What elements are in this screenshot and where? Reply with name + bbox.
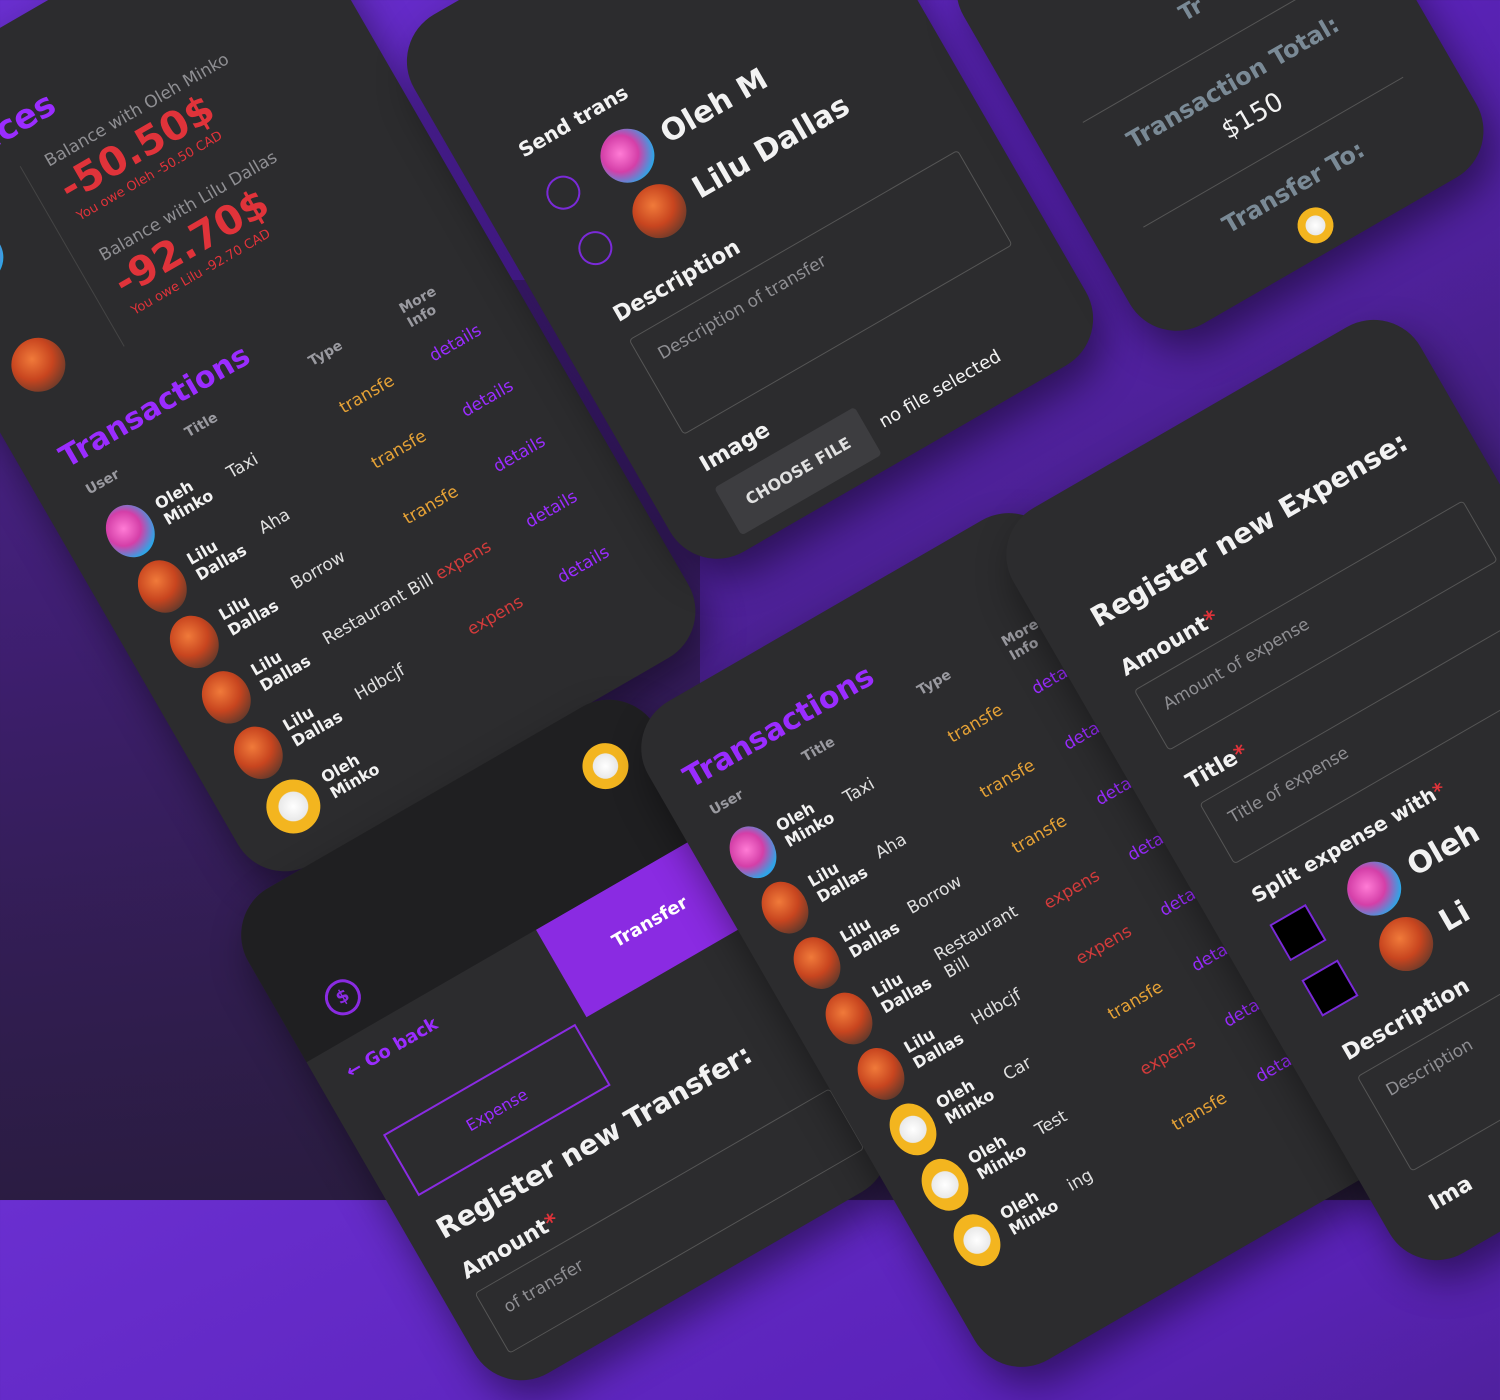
- split-person-lilu: Li: [1432, 893, 1476, 939]
- transfer-to-label: Transfer To:: [1217, 135, 1370, 240]
- user-avatar[interactable]: [574, 734, 637, 798]
- split-checkbox-lilu[interactable]: [1301, 959, 1359, 1017]
- avatar: [944, 1206, 1010, 1275]
- details-link[interactable]: details: [426, 314, 496, 367]
- avatar-minko: [1290, 200, 1341, 250]
- avatar-oleh: [1337, 851, 1412, 926]
- avatar-lilu: [1369, 907, 1444, 981]
- details-link[interactable]: details: [522, 480, 592, 533]
- choose-file-button[interactable]: CHOOSE FILE: [714, 406, 883, 536]
- details-link[interactable]: details: [554, 536, 624, 588]
- logo-icon[interactable]: $: [318, 972, 368, 1022]
- split-checkbox-oleh[interactable]: [1269, 903, 1327, 962]
- recipient-radio-lilu[interactable]: [572, 224, 619, 272]
- details-link[interactable]: details: [490, 425, 560, 477]
- details-link[interactable]: details: [458, 370, 528, 422]
- avatar-oleh: [590, 118, 665, 193]
- avatar-lilu: [622, 174, 697, 248]
- recipient-radio-oleh[interactable]: [540, 169, 587, 216]
